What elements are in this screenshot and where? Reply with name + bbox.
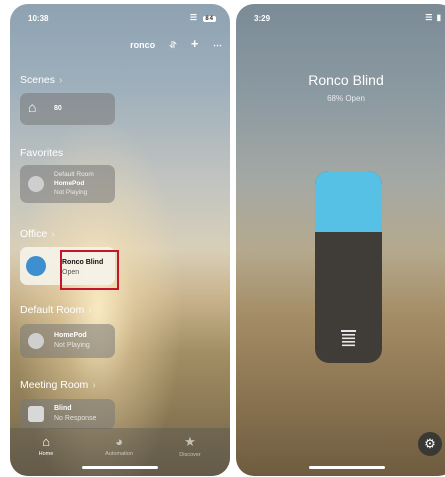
tile-state: No Response — [54, 415, 97, 422]
home-icon: ⌂ — [42, 434, 50, 449]
section-favorites: Favorites — [20, 147, 63, 159]
tile-state: Not Playing — [54, 189, 88, 196]
chevron-right-icon: › — [59, 74, 63, 86]
more-icon[interactable]: ⋯ — [213, 40, 222, 50]
accessory-status: 68% Open — [327, 94, 365, 103]
scene-tile[interactable]: ⌂ 80 — [20, 93, 115, 125]
status-time: 3:29 — [254, 14, 271, 23]
accessory-title: Ronco Blind — [308, 72, 384, 88]
status-time: 10:38 — [28, 14, 49, 23]
tab-label: Automation — [105, 451, 133, 457]
chevron-right-icon: › — [88, 304, 92, 316]
scene-label: 80 — [54, 105, 62, 112]
tab-discover[interactable]: ★ Discover — [165, 434, 215, 458]
blind-icon — [26, 256, 46, 276]
tile-name: Blind — [54, 405, 72, 412]
star-icon: ★ — [184, 434, 196, 449]
status-bar: 3:29 ☰ ▮ — [254, 12, 442, 26]
plus-icon[interactable]: + — [191, 36, 199, 51]
home-app-screen: 10:38 ☰ 84 ronco ⥯ + ⋯ Scenes › ⌂ 80 Favo… — [10, 4, 230, 476]
homepod-icon — [28, 176, 44, 192]
section-scenes[interactable]: Scenes › — [20, 74, 63, 86]
blind-icon — [341, 330, 356, 347]
blind-icon — [28, 406, 44, 422]
wifi-icon: ☰ — [425, 13, 434, 22]
clock-icon: ◕ — [115, 434, 123, 449]
wifi-icon: ☰ — [189, 13, 199, 22]
tile-state: Not Playing — [54, 342, 90, 349]
home-name[interactable]: ronco — [130, 40, 155, 50]
status-bar: 10:38 ☰ 84 — [28, 12, 216, 26]
settings-gear-icon[interactable]: ⚙ — [418, 432, 442, 456]
blind-detail-screen: 3:29 ☰ ▮ Ronco Blind 68% Open ⚙ — [236, 4, 445, 476]
section-office[interactable]: Office › — [20, 228, 55, 240]
section-title: Favorites — [20, 147, 64, 159]
home-toolbar: ronco ⥯ + ⋯ — [118, 36, 222, 51]
section-title: Meeting Room — [20, 379, 89, 391]
battery-icon: 84 — [203, 16, 216, 22]
home-indicator — [309, 466, 385, 469]
status-icons: ☰ 84 — [190, 13, 216, 22]
section-title: Default Room — [20, 304, 85, 316]
favorite-homepod-tile[interactable]: Default Room HomePod Not Playing — [20, 165, 115, 203]
slider-fill — [315, 171, 382, 232]
section-default-room[interactable]: Default Room › — [20, 304, 92, 316]
highlight-box — [60, 250, 119, 290]
chevron-right-icon: › — [92, 379, 96, 391]
tab-label: Home — [38, 451, 54, 457]
status-icons: ☰ ▮ — [425, 13, 442, 22]
house-icon: ⌂ — [28, 99, 37, 115]
tab-bar: ⌂ Home ◕ Automation ★ Discover — [10, 428, 230, 476]
chevron-right-icon: › — [51, 228, 55, 240]
tile-room: Default Room — [54, 171, 94, 178]
tab-label: Discover — [179, 452, 201, 458]
tab-home[interactable]: ⌂ Home — [21, 434, 71, 457]
section-title: Office — [20, 228, 48, 240]
section-meeting-room[interactable]: Meeting Room › — [20, 379, 96, 391]
waveform-icon[interactable]: ⥯ — [170, 40, 177, 50]
default-room-homepod-tile[interactable]: HomePod Not Playing — [20, 324, 115, 358]
meeting-room-blind-tile[interactable]: Blind No Response — [20, 399, 115, 429]
section-title: Scenes — [20, 74, 56, 86]
homepod-icon — [28, 333, 44, 349]
tile-name: HomePod — [54, 180, 85, 187]
blind-position-slider[interactable] — [315, 171, 382, 363]
home-indicator — [82, 466, 158, 469]
battery-icon: ▮ — [436, 13, 442, 22]
tile-name: HomePod — [54, 332, 87, 339]
tab-automation[interactable]: ◕ Automation — [94, 434, 144, 457]
